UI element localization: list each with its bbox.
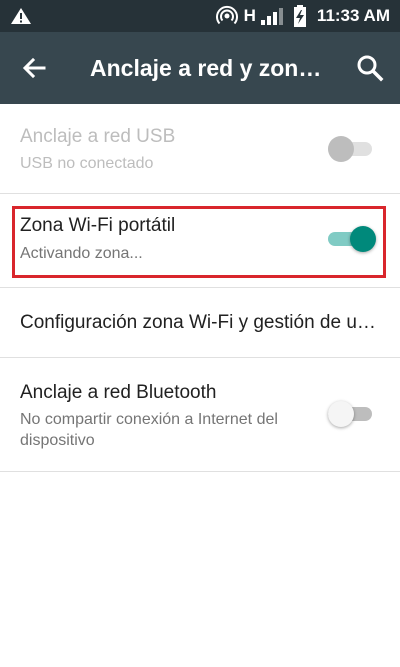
setting-subtitle: Activando zona... [20,245,143,262]
app-bar: Anclaje a red y zona Wi-Fi [0,32,400,104]
setting-title: Anclaje a red USB [20,126,176,147]
hotspot-icon [215,5,238,25]
switch-thumb [350,226,376,252]
status-bar: H 11:33 AM [0,0,400,32]
warning-icon [11,8,31,24]
arrow-back-icon[interactable] [18,52,50,84]
setting-title: Zona Wi-Fi portátil [20,215,176,236]
setting-subtitle: No compartir conexión a Internet del dis… [20,411,278,449]
battery-charging-icon [293,5,306,27]
wifi-hotspot-switch[interactable] [328,225,376,253]
setting-title: Configuración zona Wi-Fi y gestión de us… [20,312,382,333]
setting-hotspot-config[interactable]: Configuración zona Wi-Fi y gestión de us… [0,288,400,358]
network-type: H [243,6,256,25]
switch-thumb [328,136,354,162]
setting-bluetooth-tethering[interactable]: Anclaje a red Bluetooth No compartir con… [0,358,400,472]
setting-subtitle: USB no conectado [20,155,154,172]
setting-title: Anclaje a red Bluetooth [20,382,217,403]
switch-thumb [328,401,354,427]
clock: 11:33 AM [316,6,390,25]
page-title: Anclaje a red y zona Wi-Fi [90,55,330,81]
usb-tethering-switch [328,135,372,163]
search-icon[interactable] [354,52,386,84]
setting-usb-tethering: Anclaje a red USB USB no conectado [0,104,400,194]
setting-wifi-hotspot[interactable]: Zona Wi-Fi portátil Activando zona... [0,194,400,288]
bluetooth-tethering-switch[interactable] [328,400,372,428]
settings-list: Anclaje a red USB USB no conectado Zona … [0,104,400,472]
signal-icon [260,8,283,25]
